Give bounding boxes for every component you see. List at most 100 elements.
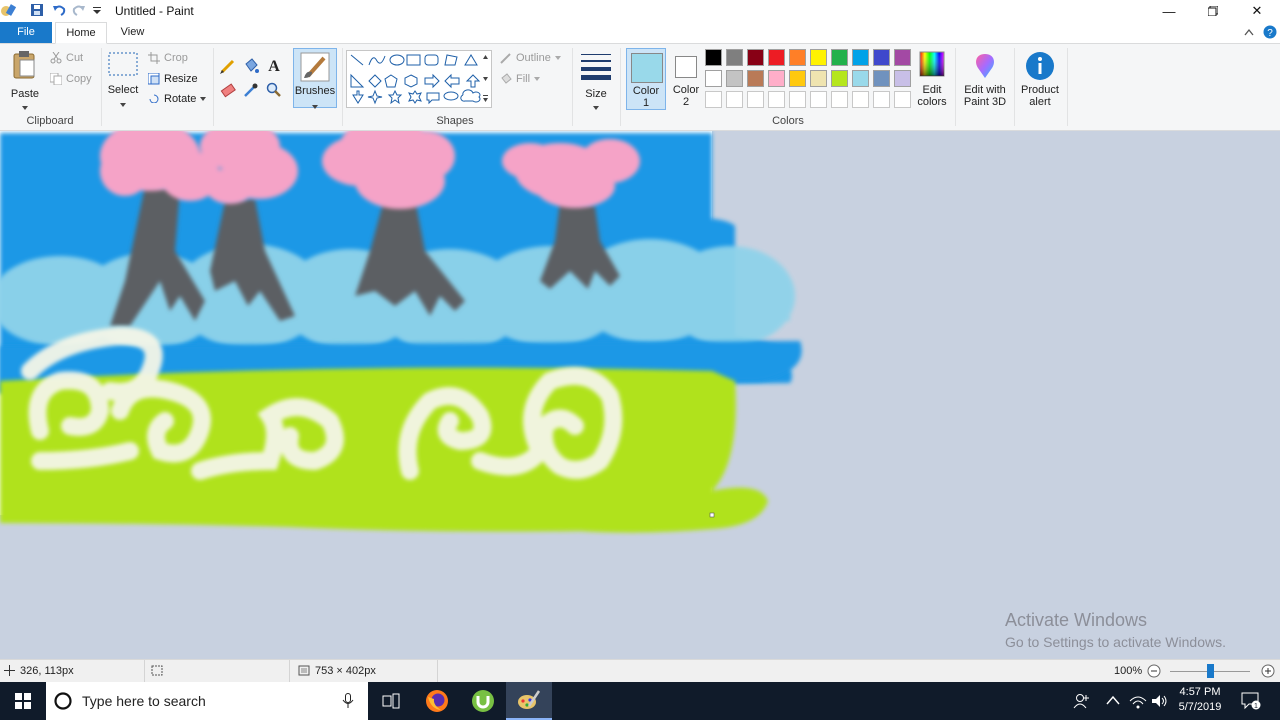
product-alert-button[interactable]: Product alert bbox=[1016, 48, 1064, 110]
custom-color-slot[interactable] bbox=[852, 91, 869, 108]
start-button[interactable] bbox=[0, 682, 46, 720]
taskbar-paint[interactable] bbox=[506, 682, 552, 720]
custom-color-slot[interactable] bbox=[894, 91, 911, 108]
palette-swatch[interactable] bbox=[726, 49, 743, 66]
palette-swatch[interactable] bbox=[831, 70, 848, 87]
zoom-in-button[interactable] bbox=[1261, 664, 1275, 681]
edit-colors-button[interactable]: Edit colors bbox=[914, 48, 950, 110]
pencil-icon[interactable] bbox=[220, 58, 236, 77]
color-picker-icon[interactable] bbox=[243, 82, 259, 101]
wifi-icon[interactable] bbox=[1129, 693, 1147, 712]
crop-label: Crop bbox=[164, 52, 188, 64]
color-palette bbox=[705, 49, 915, 111]
fill-button[interactable]: Fill bbox=[500, 73, 541, 85]
palette-swatch[interactable] bbox=[789, 70, 806, 87]
edit-colors-label-line2: colors bbox=[917, 96, 947, 108]
customize-qat-icon[interactable] bbox=[93, 6, 101, 18]
zoom-slider-thumb[interactable] bbox=[1207, 664, 1214, 678]
selection-size-icon bbox=[151, 665, 163, 679]
palette-swatch[interactable] bbox=[852, 49, 869, 66]
palette-swatch[interactable] bbox=[747, 49, 764, 66]
custom-color-slot[interactable] bbox=[747, 91, 764, 108]
taskbar-search-box[interactable]: Type here to search bbox=[46, 682, 368, 720]
windows-logo-icon bbox=[15, 693, 31, 709]
rotate-button[interactable]: Rotate bbox=[148, 93, 207, 103]
custom-color-slot[interactable] bbox=[810, 91, 827, 108]
tab-view[interactable]: View bbox=[110, 22, 155, 43]
resize-button[interactable]: Resize bbox=[148, 73, 198, 85]
fill-bucket-icon[interactable] bbox=[243, 58, 259, 77]
palette-swatch[interactable] bbox=[852, 70, 869, 87]
redo-icon[interactable] bbox=[72, 3, 86, 20]
custom-color-slot[interactable] bbox=[873, 91, 890, 108]
shapes-icons bbox=[350, 54, 488, 105]
edit-with-paint3d-button[interactable]: Edit with Paint 3D bbox=[958, 48, 1012, 110]
magnifier-icon[interactable] bbox=[266, 82, 282, 101]
cut-button[interactable]: Cut bbox=[50, 52, 83, 64]
tab-file[interactable]: File bbox=[0, 22, 52, 43]
group-divider bbox=[955, 48, 956, 126]
color1-button[interactable]: Color 1 bbox=[626, 48, 666, 110]
palette-swatch[interactable] bbox=[789, 49, 806, 66]
paste-button[interactable]: Paste bbox=[6, 48, 44, 110]
canvas-resize-handle[interactable] bbox=[709, 512, 715, 518]
task-view-button[interactable] bbox=[368, 682, 414, 720]
crop-button[interactable]: Crop bbox=[148, 52, 188, 64]
save-icon[interactable] bbox=[30, 3, 44, 20]
taskbar-utorrent[interactable] bbox=[460, 682, 506, 720]
help-icon[interactable]: ? bbox=[1263, 25, 1277, 42]
show-hidden-icons-icon[interactable] bbox=[1106, 695, 1120, 708]
zoom-out-button[interactable] bbox=[1147, 664, 1161, 681]
size-button[interactable]: Size bbox=[578, 48, 614, 110]
palette-swatch[interactable] bbox=[747, 70, 764, 87]
restore-button[interactable] bbox=[1190, 0, 1236, 22]
palette-swatch[interactable] bbox=[810, 70, 827, 87]
paint-app-icon[interactable] bbox=[0, 3, 17, 22]
outline-button[interactable]: Outline bbox=[500, 52, 561, 64]
palette-swatch[interactable] bbox=[873, 49, 890, 66]
custom-color-slot[interactable] bbox=[768, 91, 785, 108]
palette-swatch[interactable] bbox=[705, 70, 722, 87]
palette-swatch[interactable] bbox=[705, 49, 722, 66]
palette-swatch[interactable] bbox=[768, 70, 785, 87]
people-icon[interactable] bbox=[1072, 692, 1090, 713]
color2-button[interactable]: Color 2 bbox=[668, 48, 704, 110]
volume-icon[interactable] bbox=[1151, 693, 1169, 712]
action-center-icon[interactable]: 1 bbox=[1241, 692, 1261, 713]
select-label: Select bbox=[107, 84, 139, 96]
search-placeholder: Type here to search bbox=[82, 693, 206, 709]
close-button[interactable]: ✕ bbox=[1234, 0, 1280, 22]
svg-text:1: 1 bbox=[1254, 703, 1258, 710]
palette-swatch[interactable] bbox=[873, 70, 890, 87]
shapes-gallery[interactable] bbox=[346, 50, 492, 108]
brushes-button[interactable]: Brushes bbox=[293, 48, 337, 109]
outline-brush-icon bbox=[500, 53, 511, 64]
custom-color-slot[interactable] bbox=[705, 91, 722, 108]
palette-swatch[interactable] bbox=[831, 49, 848, 66]
palette-swatch[interactable] bbox=[810, 49, 827, 66]
collapse-ribbon-icon[interactable] bbox=[1244, 27, 1254, 39]
brushes-label: Brushes bbox=[294, 85, 336, 97]
copy-button[interactable]: Copy bbox=[50, 73, 92, 85]
select-button[interactable]: Select bbox=[106, 50, 140, 108]
undo-icon[interactable] bbox=[52, 3, 66, 20]
paint3d-label-line2: Paint 3D bbox=[963, 96, 1007, 108]
palette-swatch[interactable] bbox=[894, 70, 911, 87]
microphone-icon[interactable] bbox=[342, 693, 354, 709]
taskbar: Type here to search 4:57 PM 5/7/2019 1 bbox=[0, 682, 1280, 720]
drawing-canvas[interactable] bbox=[0, 131, 1280, 659]
tab-home[interactable]: Home bbox=[55, 22, 107, 44]
custom-color-slot[interactable] bbox=[831, 91, 848, 108]
custom-color-slot[interactable] bbox=[726, 91, 743, 108]
shapes-group-label: Shapes bbox=[436, 115, 474, 127]
ribbon-tabs: File Home View ? bbox=[0, 22, 1280, 44]
custom-color-slot[interactable] bbox=[789, 91, 806, 108]
palette-swatch[interactable] bbox=[894, 49, 911, 66]
palette-swatch[interactable] bbox=[726, 70, 743, 87]
eraser-icon[interactable] bbox=[220, 82, 236, 101]
taskbar-firefox[interactable] bbox=[414, 682, 460, 720]
text-tool-icon[interactable]: A bbox=[266, 57, 282, 76]
system-clock[interactable]: 4:57 PM 5/7/2019 bbox=[1176, 685, 1224, 715]
palette-swatch[interactable] bbox=[768, 49, 785, 66]
minimize-button[interactable]: — bbox=[1146, 0, 1192, 22]
